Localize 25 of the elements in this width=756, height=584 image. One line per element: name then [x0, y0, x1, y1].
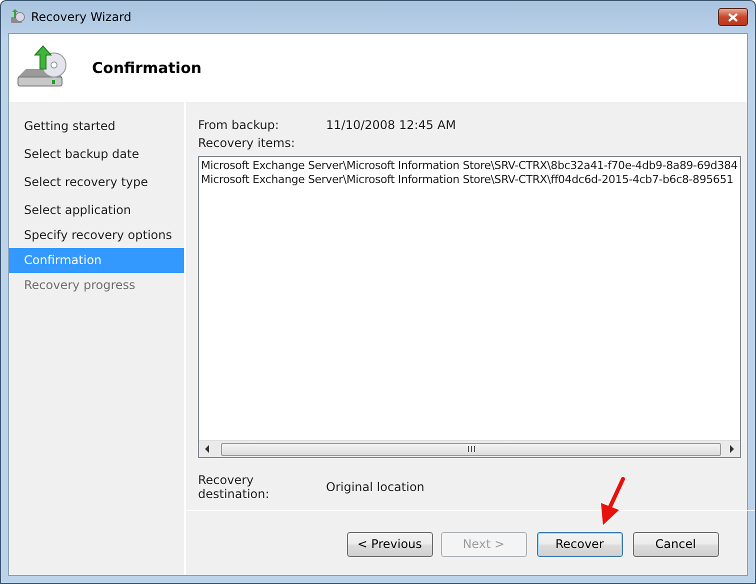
field-label: Recovery items:: [198, 136, 295, 150]
wizard-step[interactable]: Getting started: [9, 114, 184, 139]
wizard-button[interactable]: Recover: [536, 532, 623, 556]
wizard-step[interactable]: Select backup date: [9, 142, 184, 167]
wizard-button[interactable]: Cancel: [632, 532, 719, 556]
field-label: Recovery destination:: [198, 473, 270, 501]
grip-icon: [468, 446, 474, 452]
close-icon: [728, 12, 738, 22]
wizard-step[interactable]: Select application: [9, 198, 184, 223]
wizard-step[interactable]: Specify recovery options: [9, 223, 184, 248]
scrollbar-thumb[interactable]: [221, 442, 721, 456]
scroll-right-icon[interactable]: [728, 445, 736, 453]
page-title: Confirmation: [92, 59, 202, 77]
field-label: From backup:: [198, 118, 280, 132]
list-item[interactable]: Microsoft Exchange Server\Microsoft Information Store\SRV-CTRX\8bc32a41-f70e-4db9-8a89-69d384: [201, 159, 738, 173]
recovery-items-list[interactable]: Microsoft Exchange Server\Microsoft Information Store\SRV-CTRX\8bc32a41-f70e-4db9-8a89-69d384 Microsoft Exchange Server\Microsoft Information Store\SRV-CTRX\ff04dc6d-2015-4cb7-b6c8-895651: [198, 156, 741, 458]
field-value: Original location: [326, 480, 424, 494]
field-value: 11/10/2008 12:45 AM: [326, 118, 456, 132]
list-item[interactable]: Microsoft Exchange Server\Microsoft Information Store\SRV-CTRX\ff04dc6d-2015-4cb7-b6c8-895651: [201, 173, 738, 187]
close-button[interactable]: [718, 8, 748, 26]
wizard-step[interactable]: Select recovery type: [9, 170, 184, 195]
app-icon: [10, 9, 26, 25]
scroll-left-icon[interactable]: [203, 445, 211, 453]
window-title: Recovery Wizard: [31, 10, 132, 24]
wizard-button[interactable]: < Previous: [346, 532, 433, 556]
